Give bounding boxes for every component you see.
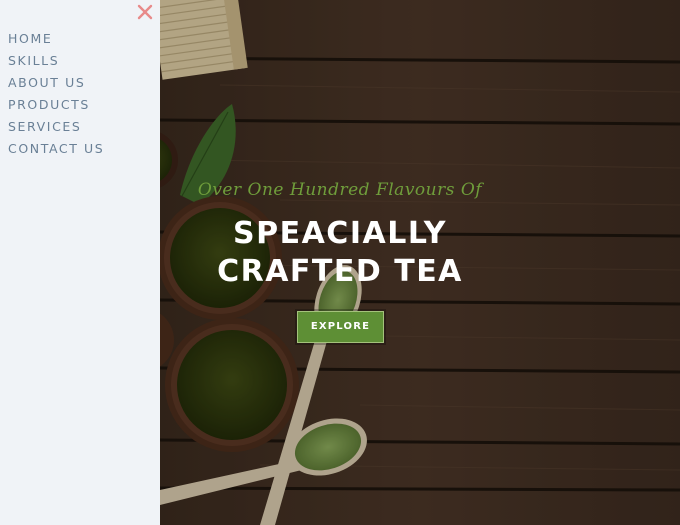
nav-item-products[interactable]: PRODUCTS <box>8 97 104 119</box>
nav-item-about-us[interactable]: ABOUT US <box>8 75 104 97</box>
headline-line-1: SPEACIALLY <box>233 216 447 251</box>
nav-item-contact-us[interactable]: CONTACT US <box>8 141 104 163</box>
hero-section: Over One Hundred Flavours Of SPEACIALLY … <box>160 0 680 525</box>
hero-headline: SPEACIALLY CRAFTED TEA <box>160 215 520 291</box>
nav-item-skills[interactable]: SKILLS <box>8 53 104 75</box>
nav-item-home[interactable]: HOME <box>8 31 104 53</box>
sidebar-nav: HOME SKILLS ABOUT US PRODUCTS SERVICES C… <box>8 31 104 163</box>
headline-line-2: CRAFTED TEA <box>217 254 463 289</box>
hero-tagline: Over One Hundred Flavours Of <box>197 180 483 200</box>
nav-item-services[interactable]: SERVICES <box>8 119 104 141</box>
close-menu-button[interactable] <box>136 2 154 22</box>
explore-button[interactable]: EXPLORE <box>297 311 384 343</box>
close-icon <box>137 4 153 20</box>
sidebar-menu: HOME SKILLS ABOUT US PRODUCTS SERVICES C… <box>0 0 160 525</box>
